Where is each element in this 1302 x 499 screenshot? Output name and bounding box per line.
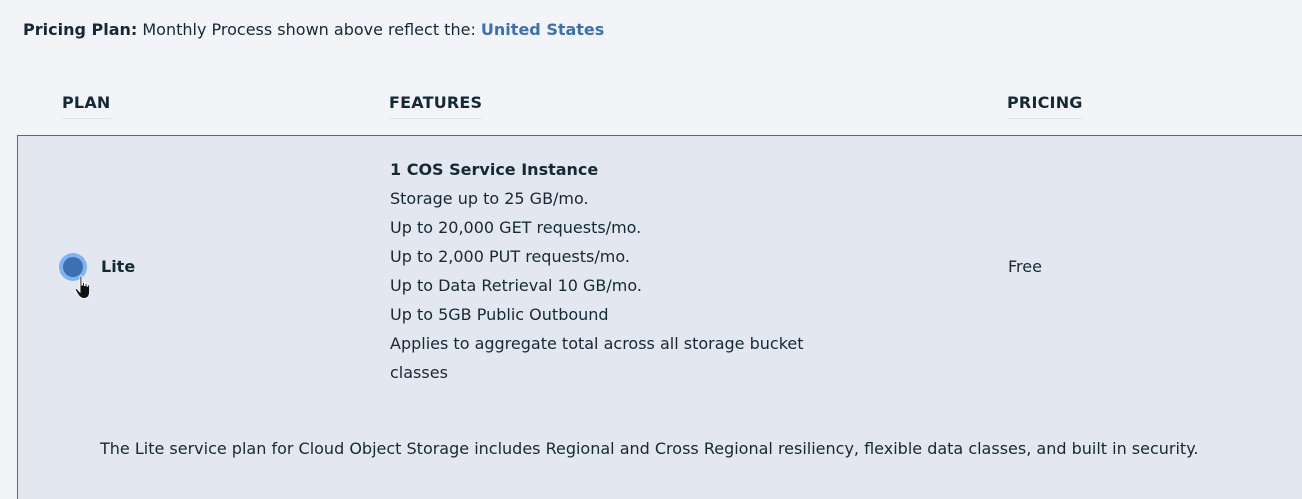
column-header-features: FEATURES [389,92,483,119]
plan-price: Free [1008,257,1042,276]
pricing-page: Pricing Plan: Monthly Process shown abov… [0,0,1302,499]
pricing-plan-text: Monthly Process shown above reflect the: [142,20,476,39]
feature-item: Up to 5GB Public Outbound [390,305,609,324]
radio-selected-dot [63,257,83,277]
plan-description: The Lite service plan for Cloud Object S… [100,439,1199,458]
feature-item: Up to Data Retrieval 10 GB/mo. [390,276,642,295]
pricing-plan-note: Pricing Plan: Monthly Process shown abov… [23,19,604,41]
region-link[interactable]: United States [481,20,604,39]
pricing-plan-label: Pricing Plan: [23,20,138,39]
plan-name: Lite [101,257,136,276]
feature-item: Up to 2,000 PUT requests/mo. [390,247,630,266]
plan-features: 1 COS Service Instance Storage up to 25 … [390,155,810,387]
features-title: 1 COS Service Instance [390,160,599,179]
column-header-pricing: PRICING [1007,92,1083,119]
feature-item: Applies to aggregate total across all st… [390,334,804,382]
column-header-plan: PLAN [62,92,111,119]
plan-row-lite[interactable]: Lite 1 COS Service Instance Storage up t… [17,135,1302,499]
feature-item: Up to 20,000 GET requests/mo. [390,218,642,237]
feature-item: Storage up to 25 GB/mo. [390,189,589,208]
hand-pointer-icon [74,275,91,299]
